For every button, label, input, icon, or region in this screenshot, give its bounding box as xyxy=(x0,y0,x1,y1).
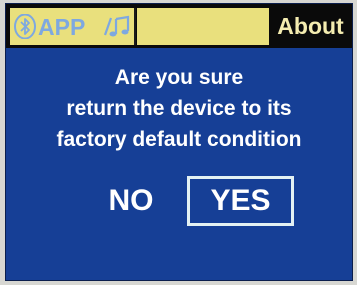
music-note-icon xyxy=(103,15,130,37)
confirm-message: Are you sure return the device to its fa… xyxy=(6,62,352,155)
tab-about-label: About xyxy=(277,13,344,39)
device-screen: APP About Are you sure return the device… xyxy=(5,3,353,281)
yes-button[interactable]: YES xyxy=(187,176,294,226)
no-button[interactable]: NO xyxy=(92,178,170,224)
tab-app-label: APP xyxy=(38,14,86,40)
bluetooth-icon xyxy=(14,14,36,39)
device-frame: APP About Are you sure return the device… xyxy=(0,0,357,285)
tab-middle[interactable] xyxy=(137,8,269,45)
confirm-message-line: factory default condition xyxy=(56,128,302,151)
tab-app[interactable]: APP xyxy=(10,8,136,45)
top-bar: APP About xyxy=(6,4,352,48)
confirm-message-line: Are you sure xyxy=(114,66,244,89)
confirm-message-line: return the device to its xyxy=(66,97,292,120)
tab-about[interactable]: About xyxy=(269,8,352,45)
